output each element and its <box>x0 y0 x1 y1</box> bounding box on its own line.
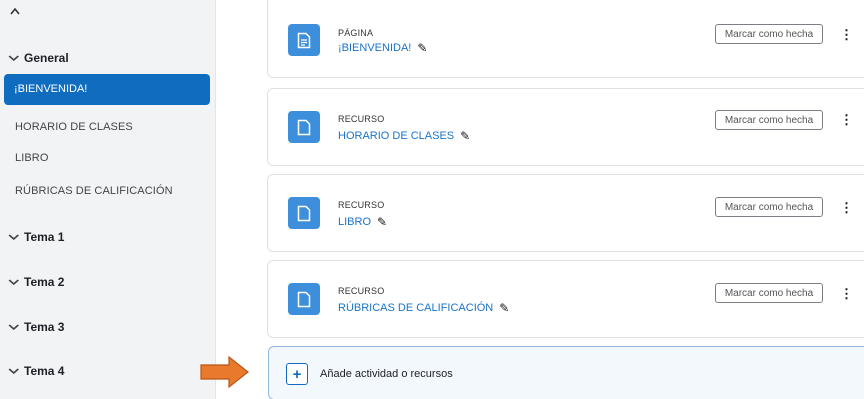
activity-name: HORARIO DE CLASES <box>338 130 455 142</box>
activity-name: RÚBRICAS DE CALIFICACIÓN <box>338 302 494 314</box>
page-icon <box>288 24 320 56</box>
plus-icon: + <box>286 363 308 385</box>
mark-done-button[interactable]: Marcar como hecha <box>715 110 823 130</box>
activity-type: PÁGINA <box>338 28 374 38</box>
chevron-down-icon <box>8 232 26 243</box>
sidebar-item-label: LIBRO <box>15 152 49 164</box>
sidebar-item-label: HORARIO DE CLASES <box>15 121 133 133</box>
activity-link[interactable]: LIBRO ✎ <box>338 215 387 229</box>
section-tema-3[interactable]: Tema 3 <box>8 320 65 334</box>
edit-pencil-icon[interactable]: ✎ <box>417 41 427 55</box>
file-icon <box>288 111 320 143</box>
section-label: Tema 3 <box>24 320 65 334</box>
more-options-icon[interactable]: ⋮ <box>840 201 853 214</box>
section-general[interactable]: General <box>8 51 69 65</box>
activity-type: RECURSO <box>338 286 385 296</box>
more-options-icon[interactable]: ⋮ <box>840 287 853 300</box>
section-label: Tema 1 <box>24 230 65 244</box>
section-tema-4[interactable]: Tema 4 <box>8 364 65 378</box>
sidebar-item-bienvenida[interactable]: ¡BIENVENIDA! <box>4 74 210 105</box>
activity-name: ¡BIENVENIDA! <box>338 42 412 54</box>
file-icon <box>288 283 320 315</box>
section-label: Tema 2 <box>24 275 65 289</box>
activity-card-libro: RECURSO LIBRO ✎ Marcar como hecha ⋮ <box>267 174 864 252</box>
activity-name: LIBRO <box>338 216 372 228</box>
activity-link[interactable]: HORARIO DE CLASES ✎ <box>338 129 470 143</box>
activity-type: RECURSO <box>338 200 385 210</box>
sidebar-item-horario[interactable]: HORARIO DE CLASES <box>15 121 133 133</box>
chevron-down-icon <box>8 53 26 64</box>
sidebar-item-label: ¡BIENVENIDA! <box>14 83 88 95</box>
activity-card-bienvenida: PÁGINA ¡BIENVENIDA! ✎ Marcar como hecha … <box>267 0 864 78</box>
course-index-sidebar: General ¡BIENVENIDA! HORARIO DE CLASES L… <box>0 0 216 399</box>
sidebar-item-rubricas[interactable]: RÚBRICAS DE CALIFICACIÓN <box>15 185 173 197</box>
section-tema-1[interactable]: Tema 1 <box>8 230 65 244</box>
orange-arrow-icon <box>200 355 249 389</box>
section-label: Tema 4 <box>24 364 65 378</box>
chevron-down-icon <box>8 322 26 333</box>
sidebar-item-libro[interactable]: LIBRO <box>15 152 49 164</box>
activity-card-rubricas: RECURSO RÚBRICAS DE CALIFICACIÓN ✎ Marca… <box>267 260 864 338</box>
file-icon <box>288 197 320 229</box>
activity-link[interactable]: ¡BIENVENIDA! ✎ <box>338 41 427 55</box>
mark-done-button[interactable]: Marcar como hecha <box>715 24 823 44</box>
more-options-icon[interactable]: ⋮ <box>840 28 853 41</box>
sidebar-item-label: RÚBRICAS DE CALIFICACIÓN <box>15 185 173 197</box>
edit-pencil-icon[interactable]: ✎ <box>460 129 470 143</box>
edit-pencil-icon[interactable]: ✎ <box>377 215 387 229</box>
add-activity-label: Añade actividad o recursos <box>320 368 453 380</box>
edit-pencil-icon[interactable]: ✎ <box>499 301 509 315</box>
section-label: General <box>24 51 69 65</box>
chevron-up-icon[interactable] <box>10 4 20 18</box>
more-options-icon[interactable]: ⋮ <box>840 113 853 126</box>
activity-type: RECURSO <box>338 114 385 124</box>
mark-done-button[interactable]: Marcar como hecha <box>715 197 823 217</box>
add-activity-button[interactable]: + Añade actividad o recursos <box>268 346 864 399</box>
activity-card-horario: RECURSO HORARIO DE CLASES ✎ Marcar como … <box>267 88 864 166</box>
chevron-down-icon <box>8 277 26 288</box>
activity-link[interactable]: RÚBRICAS DE CALIFICACIÓN ✎ <box>338 301 509 315</box>
mark-done-button[interactable]: Marcar como hecha <box>715 283 823 303</box>
chevron-down-icon <box>8 366 26 377</box>
section-tema-2[interactable]: Tema 2 <box>8 275 65 289</box>
